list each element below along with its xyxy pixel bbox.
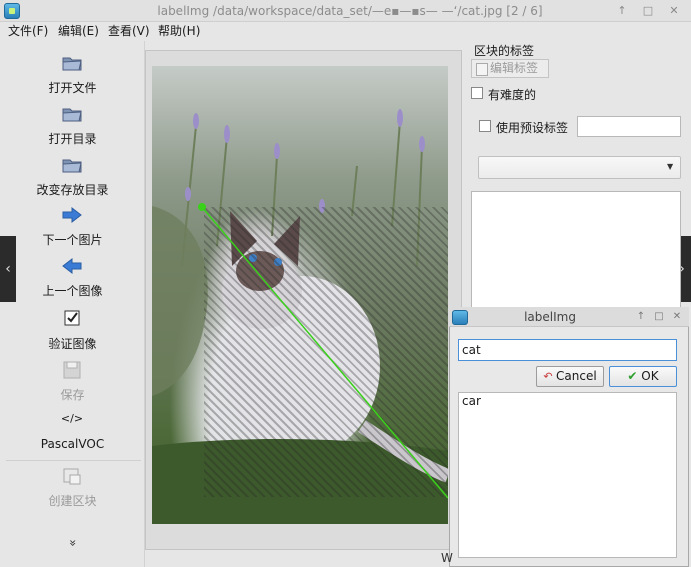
- format-pascalvoc-button[interactable]: PascalVOC: [0, 437, 145, 451]
- toolbar-more-icon[interactable]: »: [66, 536, 80, 550]
- window-up-button[interactable]: ↑: [614, 3, 630, 19]
- dialog-app-icon: [452, 310, 468, 325]
- checkbox-check-icon[interactable]: [61, 308, 83, 328]
- ok-button[interactable]: ✔ OK: [609, 366, 677, 387]
- dialog-title: labelImg: [524, 310, 576, 324]
- folder-icon[interactable]: [61, 104, 83, 124]
- change-save-dir-button[interactable]: 改变存放目录: [0, 181, 145, 198]
- open-file-button[interactable]: 打开文件: [0, 79, 145, 96]
- cancel-label: Cancel: [556, 369, 597, 383]
- difficult-label: 有难度的: [488, 88, 537, 102]
- save-button: 保存: [60, 388, 85, 402]
- dialog-close-button[interactable]: ✕: [670, 310, 684, 324]
- dialog-label-list[interactable]: [458, 392, 677, 558]
- default-label-input[interactable]: [577, 116, 681, 137]
- dialog-up-button[interactable]: ↑: [634, 310, 648, 324]
- cancel-button[interactable]: ↶ Cancel: [536, 366, 604, 387]
- dialog-maximize-button[interactable]: □: [652, 310, 666, 324]
- annotation-line[interactable]: [152, 66, 448, 524]
- label-list[interactable]: [471, 191, 681, 311]
- save-icon: [63, 361, 81, 379]
- create-box-button: 创建区块: [48, 494, 97, 508]
- list-item[interactable]: car: [462, 394, 481, 408]
- label-name-input[interactable]: cat: [458, 339, 677, 361]
- toolbar-divider: [6, 460, 141, 461]
- arrow-left-icon[interactable]: [61, 256, 83, 276]
- window-title: labelImg /data/workspace/data_set/—e▪—▪s…: [157, 4, 543, 18]
- verify-image-button[interactable]: 验证图像: [0, 335, 145, 352]
- window-maximize-button[interactable]: □: [640, 3, 656, 19]
- next-image-button[interactable]: 下一个图片: [0, 231, 145, 248]
- dock-title: 区块的标签: [474, 44, 535, 58]
- create-box-icon: [63, 468, 81, 485]
- edit-label-button: 编辑标签: [471, 59, 549, 78]
- app-icon: [4, 3, 20, 19]
- folder-icon[interactable]: [61, 155, 83, 175]
- checkmark-icon: ✔: [627, 369, 642, 383]
- menu-view[interactable]: 查看(V): [108, 22, 150, 41]
- folder-icon[interactable]: [61, 53, 83, 73]
- prev-image-button[interactable]: 上一个图像: [0, 282, 145, 299]
- undo-arrow-icon: ↶: [543, 370, 557, 383]
- chevron-down-icon[interactable]: ▼: [667, 160, 679, 174]
- code-icon[interactable]: </>: [60, 412, 84, 425]
- label-select-dropdown[interactable]: [478, 156, 681, 179]
- menu-help[interactable]: 帮助(H): [158, 22, 200, 41]
- menu-edit[interactable]: 编辑(E): [58, 22, 99, 41]
- window-close-button[interactable]: ✕: [666, 3, 682, 19]
- use-default-label-label: 使用预设标签: [496, 121, 569, 135]
- scroll-left-arrow[interactable]: ‹: [0, 236, 16, 302]
- arrow-right-icon[interactable]: [61, 205, 83, 225]
- status-text: W: [441, 551, 453, 565]
- use-default-label-checkbox[interactable]: [479, 120, 491, 132]
- difficult-checkbox[interactable]: [471, 87, 483, 99]
- open-dir-button[interactable]: 打开目录: [0, 130, 145, 147]
- menu-file[interactable]: 文件(F): [8, 22, 48, 41]
- annotation-vertex[interactable]: [198, 203, 206, 211]
- ok-label: OK: [641, 369, 659, 383]
